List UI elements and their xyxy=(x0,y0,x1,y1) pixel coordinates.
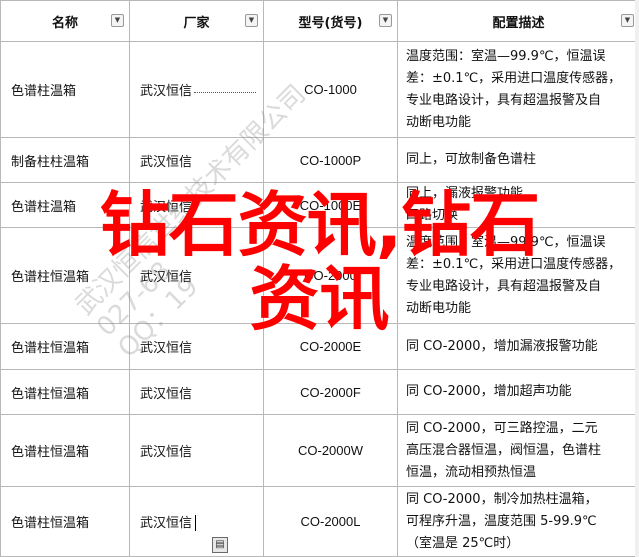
cell-model[interactable]: CO-1000P xyxy=(263,137,398,183)
cell-maker[interactable]: 武汉恒信 xyxy=(129,369,264,415)
desc-line: 专业电路设计，具有超温报警及自 xyxy=(406,92,602,108)
cell-name[interactable]: 色谱柱温箱 xyxy=(0,182,130,228)
desc-line: 温度范围：室温—99.9℃，恒温误 xyxy=(406,234,606,250)
desc-line: 同 CO-2000，制冷加热柱温箱， xyxy=(406,491,598,507)
cell-model[interactable]: CO-2000F xyxy=(263,369,398,415)
cell-maker-text: 武汉恒信 xyxy=(140,84,193,99)
filter-dropdown-icon[interactable]: ▼ xyxy=(111,14,124,27)
header-name-label: 名称 xyxy=(51,15,78,31)
cell-maker[interactable]: 武汉恒信 xyxy=(129,182,264,228)
cell-maker[interactable]: 武汉恒信 xyxy=(129,227,264,324)
filter-dropdown-icon[interactable]: ▼ xyxy=(379,14,392,27)
cell-desc[interactable]: 同上，可放制备色谱柱 xyxy=(397,137,639,183)
header-name[interactable]: 名称 ▼ xyxy=(0,0,130,42)
desc-line: 可程序升温，温度范围 5-99.9℃ xyxy=(406,513,597,529)
cell-desc[interactable]: 温度范围：室温—99.9℃，恒温误 差：±0.1℃，采用进口温度传感器， 专业电… xyxy=(397,227,639,324)
cell-desc[interactable]: 温度范围：室温—99.9℃，恒温误 差：±0.1℃，采用进口温度传感器， 专业电… xyxy=(397,41,639,138)
desc-line: 动断电功能 xyxy=(406,114,472,130)
table-row[interactable]: 色谱柱温箱 武汉恒信 CO-1000 温度范围：室温—99.9℃，恒温误 差：±… xyxy=(0,41,639,138)
cell-maker-text: 武汉恒信 xyxy=(140,515,193,531)
desc-line: 高压混合器恒温，阀恒温，色谱柱 xyxy=(406,442,602,458)
cell-name[interactable]: 色谱柱恒温箱 xyxy=(0,414,130,487)
filter-dropdown-icon[interactable]: ▼ xyxy=(621,14,634,27)
header-model[interactable]: 型号(货号) ▼ xyxy=(263,0,398,42)
filter-dropdown-icon[interactable]: ▼ xyxy=(245,14,258,27)
header-maker-label: 厂家 xyxy=(183,15,210,31)
cell-name[interactable]: 色谱柱恒温箱 xyxy=(0,227,130,324)
table-row[interactable]: 色谱柱恒温箱 武汉恒信 CO-2000W 同 CO-2000，可三路控温，二元 … xyxy=(0,414,639,487)
header-desc-label: 配置描述 xyxy=(492,15,545,31)
cell-maker[interactable]: 武汉恒信 xyxy=(129,41,264,138)
spec-table: 名称 ▼ 厂家 ▼ 型号(货号) ▼ 配置描述 ▼ 色谱柱温箱 武汉恒信 CO-1000… xyxy=(0,0,639,557)
cell-model[interactable]: CO-2000 xyxy=(263,227,398,324)
cell-maker[interactable]: 武汉恒信 xyxy=(129,137,264,183)
cell-name[interactable]: 色谱柱恒温箱 xyxy=(0,369,130,415)
cell-name[interactable]: 制备柱柱温箱 xyxy=(0,137,130,183)
desc-line: （室温是 25℃时） xyxy=(406,535,520,551)
desc-line: 四路切换 xyxy=(406,208,459,223)
desc-line: 同 CO-2000，增加超声功能 xyxy=(406,384,572,399)
cell-desc[interactable]: 同 CO-2000，制冷加热柱温箱， 可程序升温，温度范围 5-99.9℃ （室… xyxy=(397,486,639,557)
cell-maker[interactable]: 武汉恒信 xyxy=(129,323,264,370)
cell-name[interactable]: 色谱柱恒温箱 xyxy=(0,323,130,370)
cell-maker[interactable]: 武汉恒信 xyxy=(129,414,264,487)
cell-model[interactable]: CO-2000E xyxy=(263,323,398,370)
vertical-scrollbar[interactable] xyxy=(635,0,639,557)
table-row[interactable]: 色谱柱温箱 武汉恒信 CO-1000E 同上，漏液报警功能 四路切换 xyxy=(0,182,639,228)
header-desc[interactable]: 配置描述 ▼ xyxy=(397,0,639,42)
desc-line: 差：±0.1℃，采用进口温度传感器， xyxy=(406,70,622,86)
table-row[interactable]: 色谱柱恒温箱 武汉恒信 CO-2000L 同 CO-2000，制冷加热柱温箱， … xyxy=(0,486,639,557)
paste-options-icon[interactable]: ▤ xyxy=(212,537,228,553)
cell-model[interactable]: CO-1000 xyxy=(263,41,398,138)
cell-name[interactable]: 色谱柱温箱 xyxy=(0,41,130,138)
table-row[interactable]: 色谱柱恒温箱 武汉恒信 CO-2000F 同 CO-2000，增加超声功能 xyxy=(0,369,639,415)
table-row[interactable]: 制备柱柱温箱 武汉恒信 CO-1000P 同上，可放制备色谱柱 xyxy=(0,137,639,183)
cell-model[interactable]: CO-1000E xyxy=(263,182,398,228)
text-cursor xyxy=(195,515,197,532)
dotted-leader xyxy=(194,91,257,93)
cell-desc[interactable]: 同 CO-2000，增加漏液报警功能 xyxy=(397,323,639,370)
cell-desc[interactable]: 同 CO-2000，增加超声功能 xyxy=(397,369,639,415)
desc-line: 专业电路设计，具有超温报警及自 xyxy=(406,278,602,294)
desc-line: 温度范围：室温—99.9℃，恒温误 xyxy=(406,48,606,64)
cell-desc[interactable]: 同上，漏液报警功能 四路切换 xyxy=(397,182,639,228)
desc-line: 同 CO-2000，增加漏液报警功能 xyxy=(406,338,598,354)
desc-line: 差：±0.1℃，采用进口温度传感器， xyxy=(406,256,622,272)
desc-line: 同上，可放制备色谱柱 xyxy=(406,152,537,167)
cell-maker[interactable]: 武汉恒信 xyxy=(129,486,264,557)
cell-desc[interactable]: 同 CO-2000，可三路控温，二元 高压混合器恒温，阀恒温，色谱柱 恒温，流动… xyxy=(397,414,639,487)
cell-model[interactable]: CO-2000L xyxy=(263,486,398,557)
cell-name[interactable]: 色谱柱恒温箱 xyxy=(0,486,130,557)
header-maker[interactable]: 厂家 ▼ xyxy=(129,0,264,42)
desc-line: 同上，漏液报警功能 xyxy=(406,186,524,201)
desc-line: 恒温，流动相预热恒温 xyxy=(406,464,537,480)
table-row[interactable]: 色谱柱恒温箱 武汉恒信 CO-2000E 同 CO-2000，增加漏液报警功能 xyxy=(0,323,639,370)
header-model-label: 型号(货号) xyxy=(298,15,363,31)
desc-line: 动断电功能 xyxy=(406,300,472,316)
cell-model[interactable]: CO-2000W xyxy=(263,414,398,487)
header-row: 名称 ▼ 厂家 ▼ 型号(货号) ▼ 配置描述 ▼ xyxy=(0,0,639,42)
table-row[interactable]: 色谱柱恒温箱 武汉恒信 CO-2000 温度范围：室温—99.9℃，恒温误 差：… xyxy=(0,227,639,324)
desc-line: 同 CO-2000，可三路控温，二元 xyxy=(406,420,598,436)
